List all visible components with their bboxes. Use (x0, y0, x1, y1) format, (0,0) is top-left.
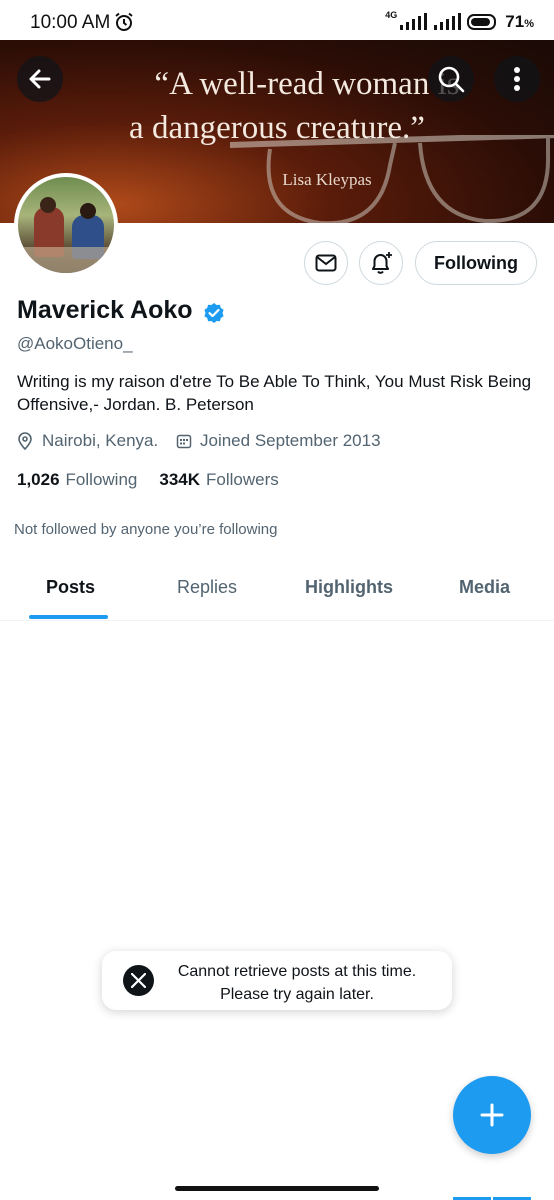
location-text: Nairobi, Kenya. (42, 431, 159, 450)
more-vert-icon (514, 67, 520, 91)
handle: @AokoOtieno_ (17, 334, 133, 353)
error-toast: Cannot retrieve posts at this time. Plea… (102, 951, 452, 1010)
location-pin-icon (18, 432, 32, 450)
tab-media[interactable]: Media (459, 577, 510, 598)
banner-quote-author: Lisa Kleypas (282, 170, 372, 189)
bio: Writing is my raison d'etre To Be Able T… (17, 372, 532, 414)
profile-tabs: Posts Replies Highlights Media (0, 562, 554, 621)
battery-icon (467, 14, 497, 30)
status-indicators: 4G 71% (385, 10, 534, 32)
location: Nairobi, Kenya. (18, 431, 158, 451)
banner-quote-line2: a dangerous creature.” (129, 110, 425, 146)
message-button[interactable] (304, 241, 348, 285)
compose-button[interactable] (453, 1076, 531, 1154)
follow-counts: 1,026 Following 334K Followers (17, 470, 279, 490)
more-options-button[interactable] (494, 56, 540, 102)
alarm-icon (115, 12, 133, 31)
following-count[interactable]: 1,026 Following (17, 470, 137, 490)
avatar-photo (18, 177, 114, 273)
active-tab-indicator (29, 615, 108, 619)
calendar-icon (176, 434, 192, 449)
bell-plus-icon (372, 252, 392, 274)
status-time: 10:00 AM (30, 12, 111, 33)
signal-icon (400, 13, 428, 30)
toast-message: Cannot retrieve posts at this time. Plea… (172, 960, 422, 1006)
back-button[interactable] (17, 56, 63, 102)
network-label: 4G (385, 10, 398, 20)
status-bar: 10:00 AM 4G 71% (0, 0, 554, 44)
battery-percent: 71% (505, 12, 534, 31)
notifications-button[interactable] (359, 241, 403, 285)
mail-icon (315, 254, 337, 272)
home-indicator[interactable] (175, 1186, 379, 1191)
search-icon (438, 66, 465, 93)
following-button[interactable]: Following (415, 241, 537, 285)
tab-replies[interactable]: Replies (177, 577, 237, 598)
avatar[interactable] (14, 173, 118, 277)
banner-quote-line1: “A well-read woman is (154, 66, 460, 102)
signal-icon-2 (434, 13, 462, 30)
tab-posts[interactable]: Posts (46, 577, 95, 598)
plus-icon (480, 1103, 504, 1127)
verified-badge-icon[interactable] (203, 302, 225, 324)
not-followed-note: Not followed by anyone you’re following (14, 521, 278, 538)
toast-line2: Please try again later. (220, 986, 374, 1003)
tab-highlights[interactable]: Highlights (305, 577, 393, 598)
toast-line1: Cannot retrieve posts at this time. (177, 963, 417, 980)
x-logo-icon (123, 965, 154, 996)
display-name: Maverick Aoko (17, 296, 193, 324)
followers-count[interactable]: 334K Followers (159, 470, 278, 490)
back-arrow-icon (29, 69, 51, 89)
join-date-text: Joined September 2013 (200, 431, 381, 450)
join-date: Joined September 2013 (176, 431, 381, 451)
search-button[interactable] (428, 56, 474, 102)
